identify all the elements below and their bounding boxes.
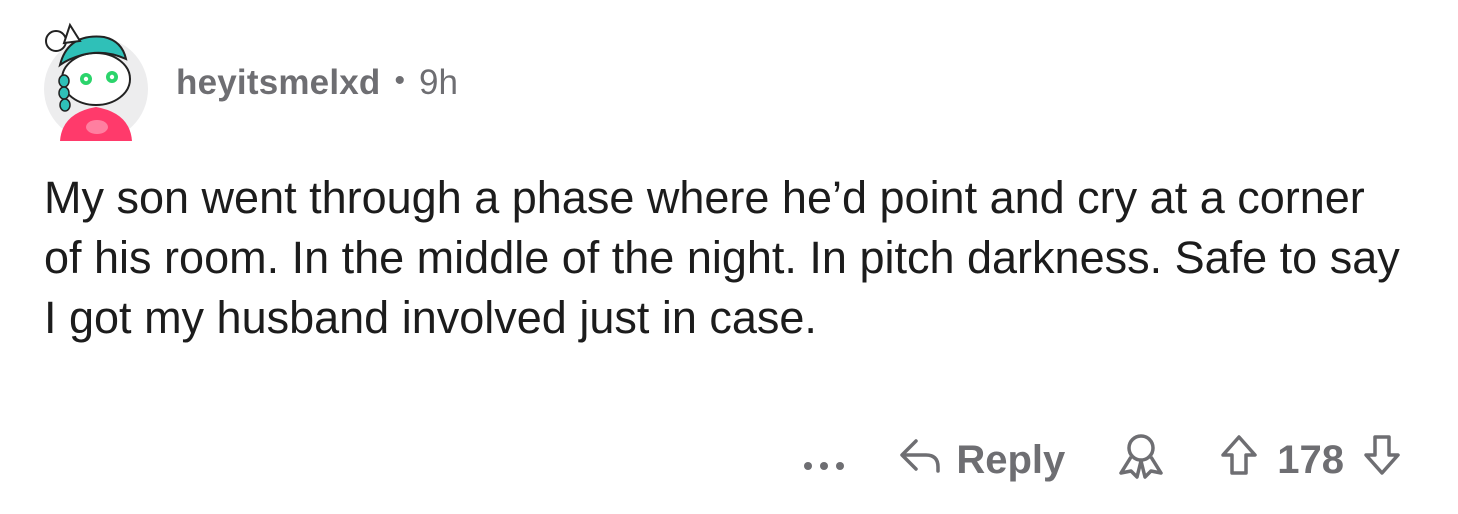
upvote-button[interactable] [1219, 433, 1259, 487]
award-button[interactable] [1115, 431, 1167, 489]
upvote-arrow-icon [1219, 433, 1259, 487]
meta-separator: • [394, 64, 406, 97]
reply-arrow-icon [896, 435, 956, 485]
vote-controls: 178 [1219, 433, 1402, 487]
reply-label: Reply [956, 437, 1066, 482]
comment: heyitsmelxd • 9h My son went through a p… [0, 0, 1458, 514]
avatar[interactable] [34, 19, 148, 143]
vote-score: 178 [1277, 437, 1344, 482]
downvote-button[interactable] [1362, 433, 1402, 487]
username[interactable]: heyitsmelxd [176, 63, 381, 103]
more-options-button[interactable] [802, 430, 846, 490]
comment-actions: Reply 178 [802, 430, 1402, 490]
ellipsis-icon [802, 438, 846, 483]
timestamp: 9h [419, 63, 458, 102]
comment-meta: heyitsmelxd • 9h [176, 63, 458, 103]
downvote-arrow-icon [1362, 433, 1402, 487]
reply-button[interactable]: Reply [896, 435, 1065, 485]
award-icon [1115, 431, 1167, 489]
comment-body: My son went through a phase where he’d p… [44, 172, 1400, 343]
comment-header: heyitsmelxd • 9h [34, 16, 458, 146]
